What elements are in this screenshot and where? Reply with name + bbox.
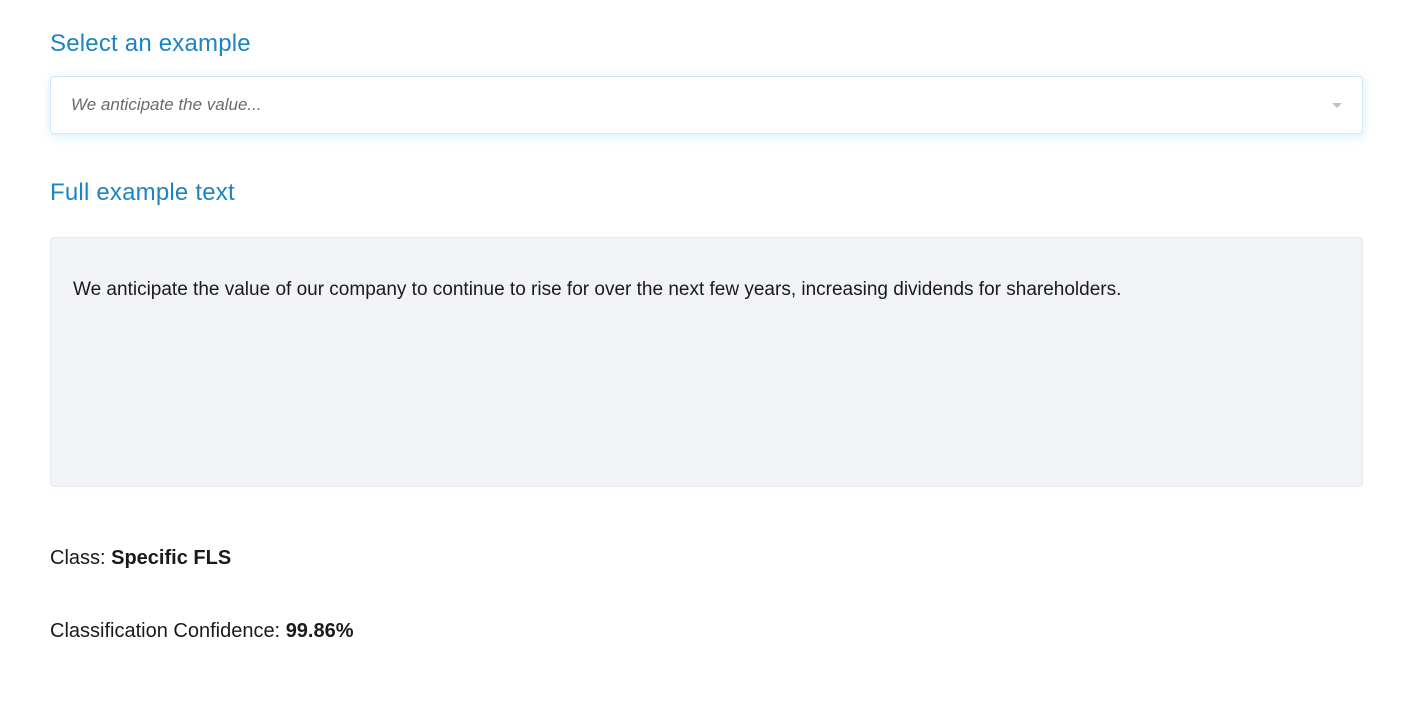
example-text-content: We anticipate the value of our company t… xyxy=(73,276,1340,305)
chevron-down-icon xyxy=(1332,103,1342,108)
confidence-value: 99.86% xyxy=(286,620,354,642)
confidence-result: Classification Confidence: 99.86% xyxy=(50,620,1363,643)
example-dropdown[interactable]: We anticipate the value... xyxy=(50,76,1363,134)
confidence-label: Classification Confidence: xyxy=(50,620,286,642)
dropdown-selected-text: We anticipate the value... xyxy=(71,95,262,115)
full-example-text-heading: Full example text xyxy=(50,179,1363,207)
class-result: Class: Specific FLS xyxy=(50,547,1363,570)
example-text-box: We anticipate the value of our company t… xyxy=(50,237,1363,487)
class-value: Specific FLS xyxy=(111,547,231,569)
select-example-heading: Select an example xyxy=(50,30,1363,58)
class-label: Class: xyxy=(50,547,111,569)
